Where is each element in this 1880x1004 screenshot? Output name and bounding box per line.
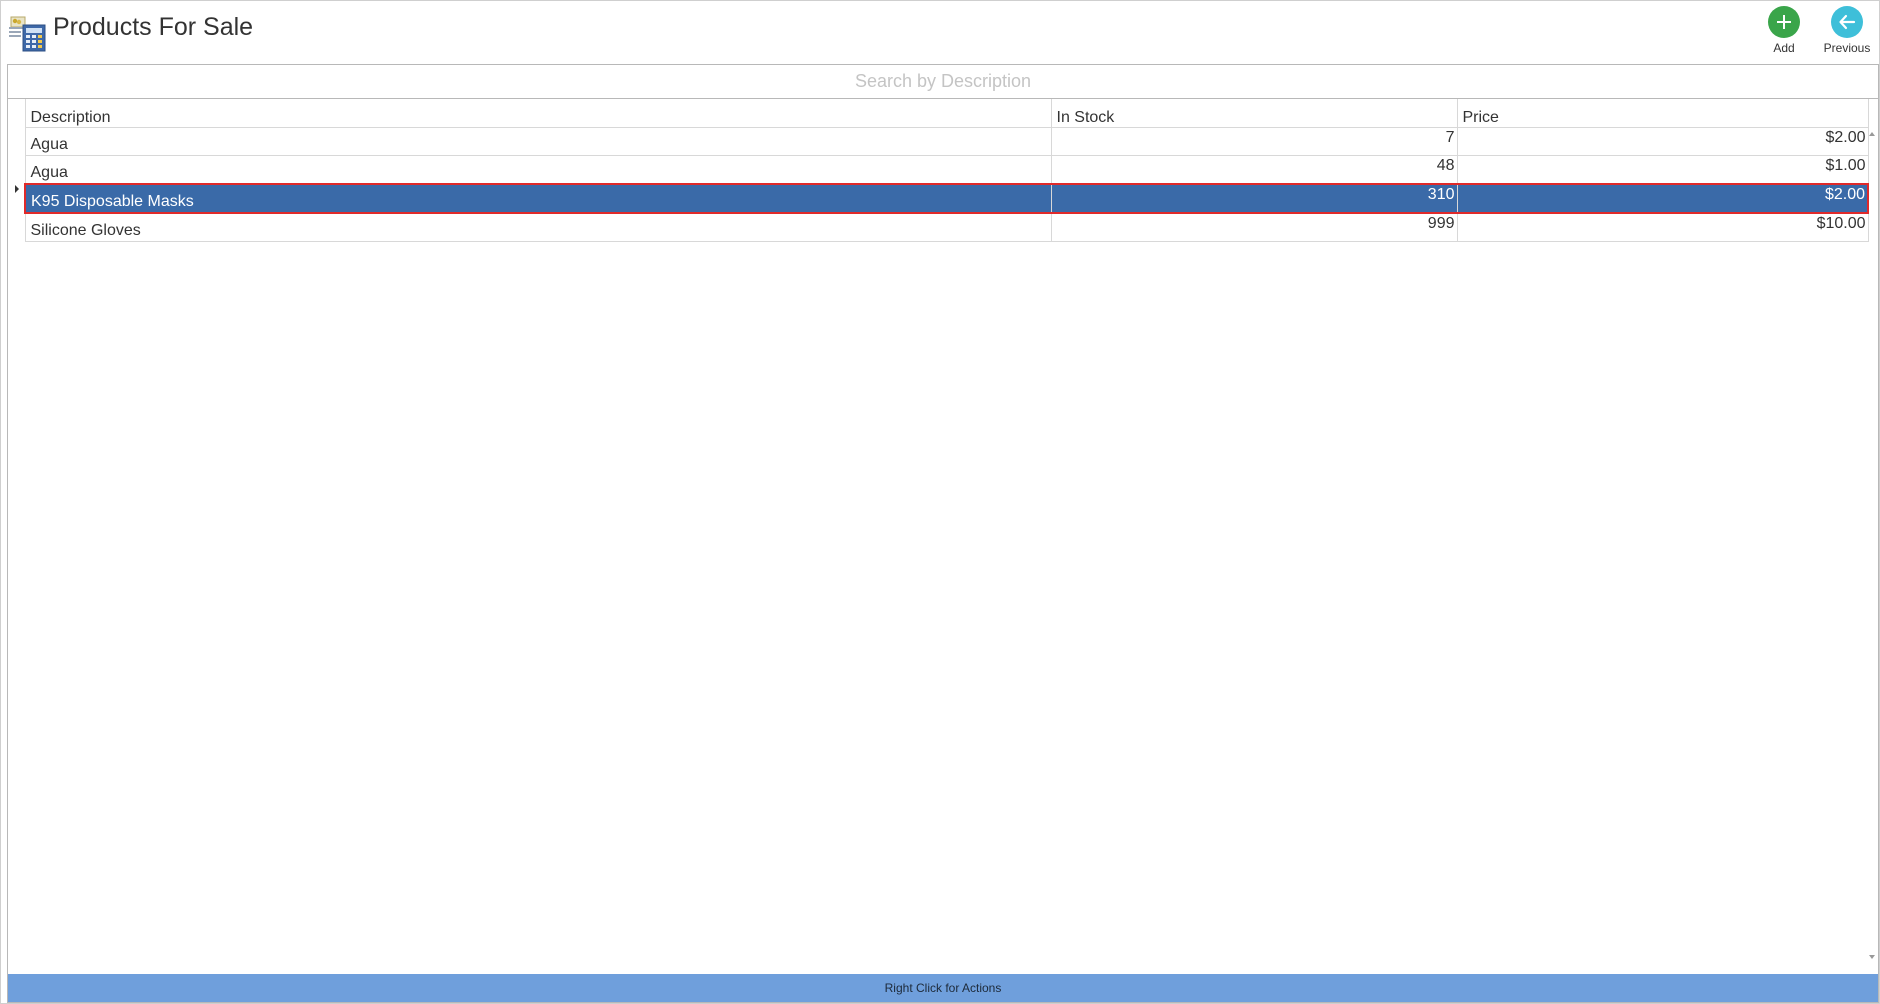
products-grid: Description In Stock Price Agua 7 $2.00 …: [8, 99, 1878, 967]
previous-button-label: Previous: [1823, 41, 1871, 55]
cell-description[interactable]: Agua: [24, 127, 1052, 156]
current-row-arrow-icon: [15, 185, 19, 193]
column-header-in-stock[interactable]: In Stock: [1050, 99, 1458, 128]
scroll-down-icon[interactable]: [1869, 955, 1875, 959]
cell-description[interactable]: Silicone Gloves: [24, 212, 1052, 242]
cell-description[interactable]: Agua: [24, 155, 1052, 185]
column-header-price[interactable]: Price: [1456, 99, 1869, 128]
cell-price[interactable]: $1.00: [1456, 155, 1869, 185]
cell-in-stock[interactable]: 48: [1050, 155, 1458, 185]
products-window: Products For Sale Add Previous Search by…: [0, 0, 1880, 1004]
plus-icon: [1768, 6, 1800, 38]
products-panel: Description In Stock Price Agua 7 $2.00 …: [7, 64, 1879, 1003]
cell-price[interactable]: $10.00: [1456, 212, 1869, 242]
cell-in-stock[interactable]: 999: [1050, 212, 1458, 242]
table-row[interactable]: Silicone Gloves 999 $10.00: [24, 212, 1869, 242]
status-bar: Right Click for Actions: [8, 974, 1878, 1002]
row-indicator-column: [8, 99, 24, 967]
cell-price[interactable]: $2.00: [1456, 183, 1869, 214]
table-row-selected[interactable]: K95 Disposable Masks 310 $2.00: [24, 183, 1869, 214]
scroll-up-icon[interactable]: [1869, 132, 1875, 136]
arrow-left-icon: [1831, 6, 1863, 38]
products-table: Description In Stock Price Agua 7 $2.00 …: [24, 99, 1869, 242]
header: Products For Sale Add Previous: [1, 1, 1879, 63]
add-button-label: Add: [1773, 41, 1795, 55]
column-header-description[interactable]: Description: [24, 99, 1052, 128]
calculator-icon: [9, 13, 49, 53]
table-row[interactable]: Agua 7 $2.00: [24, 127, 1869, 156]
add-button[interactable]: Add: [1754, 6, 1814, 60]
cell-price[interactable]: $2.00: [1456, 127, 1869, 156]
vertical-scrollbar[interactable]: [1867, 126, 1878, 967]
cell-description[interactable]: K95 Disposable Masks: [24, 183, 1052, 214]
cell-in-stock[interactable]: 310: [1050, 183, 1458, 214]
search-input[interactable]: [8, 65, 1878, 99]
previous-button[interactable]: Previous: [1817, 6, 1877, 60]
cell-in-stock[interactable]: 7: [1050, 127, 1458, 156]
table-header-row: Description In Stock Price: [24, 99, 1869, 128]
table-row[interactable]: Agua 48 $1.00: [24, 155, 1869, 185]
page-title: Products For Sale: [53, 13, 254, 41]
